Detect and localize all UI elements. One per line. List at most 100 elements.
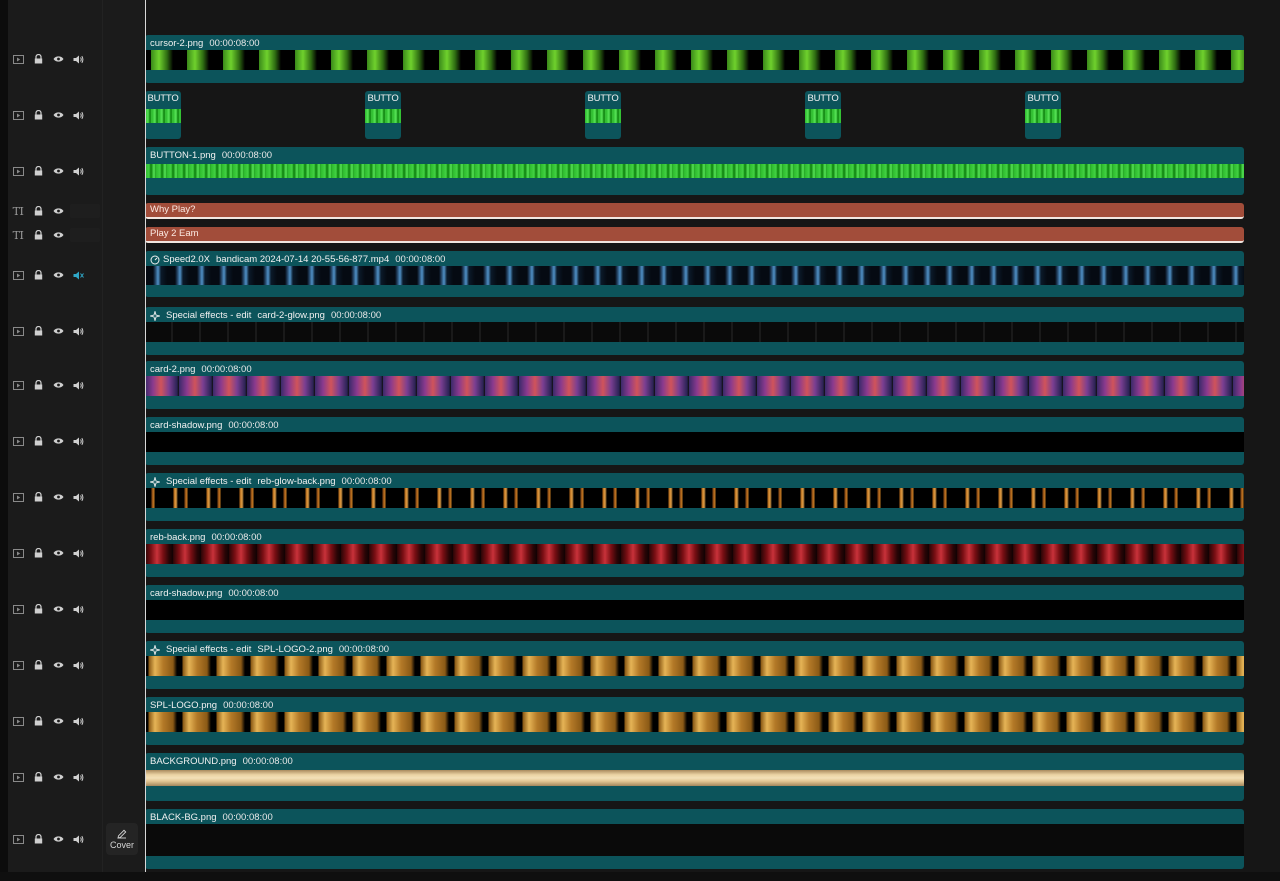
speed-badge: Speed2.0X bbox=[150, 254, 210, 266]
volume-icon[interactable] bbox=[68, 658, 88, 672]
clip-card-shadow[interactable]: card-shadow.png 00:00:08:00 bbox=[145, 417, 1244, 465]
clip-name: card-shadow.png bbox=[150, 588, 223, 599]
eye-icon[interactable] bbox=[48, 434, 68, 448]
track-controls-3 bbox=[8, 164, 103, 178]
cover-button[interactable]: Cover bbox=[106, 823, 138, 855]
eye-icon[interactable] bbox=[48, 52, 68, 66]
clip-duration: 00:00:08:00 bbox=[395, 254, 446, 265]
lock-icon[interactable] bbox=[28, 434, 48, 448]
lock-icon[interactable] bbox=[28, 378, 48, 392]
volume-icon[interactable] bbox=[68, 770, 88, 784]
eye-icon[interactable] bbox=[48, 378, 68, 392]
eye-icon[interactable] bbox=[48, 832, 68, 846]
eye-icon[interactable] bbox=[48, 204, 68, 218]
clip-thumbnail-strip bbox=[145, 109, 181, 123]
pencil-icon bbox=[117, 829, 127, 839]
video-track-icon bbox=[8, 164, 28, 178]
clip-card-2[interactable]: card-2.png 00:00:08:00 bbox=[145, 361, 1244, 409]
lock-icon[interactable] bbox=[28, 204, 48, 218]
clip-button-short-5[interactable]: BUTTO bbox=[1025, 91, 1061, 139]
volume-icon[interactable] bbox=[68, 164, 88, 178]
clip-card-shadow-2[interactable]: card-shadow.png 00:00:08:00 bbox=[145, 585, 1244, 633]
clip-name: BUTTON-1.png bbox=[150, 150, 216, 161]
clip-label: card-shadow.png 00:00:08:00 bbox=[150, 588, 279, 600]
volume-icon[interactable] bbox=[68, 546, 88, 560]
lock-icon[interactable] bbox=[28, 602, 48, 616]
eye-icon[interactable] bbox=[48, 324, 68, 338]
lock-icon[interactable] bbox=[28, 228, 48, 242]
clip-label: BLACK-BG.png 00:00:08:00 bbox=[150, 812, 273, 824]
eye-icon[interactable] bbox=[48, 164, 68, 178]
effects-icon bbox=[150, 645, 160, 655]
clip-thumbnail-strip bbox=[145, 50, 1244, 70]
eye-icon[interactable] bbox=[48, 268, 68, 282]
lock-icon[interactable] bbox=[28, 490, 48, 504]
mute-icon[interactable] bbox=[68, 268, 88, 282]
lock-icon[interactable] bbox=[28, 546, 48, 560]
volume-icon[interactable] bbox=[68, 602, 88, 616]
lock-icon[interactable] bbox=[28, 324, 48, 338]
clip-spl-logo[interactable]: SPL-LOGO.png 00:00:08:00 bbox=[145, 697, 1244, 745]
speed-label: Speed2.0X bbox=[163, 254, 211, 265]
clip-thumbnail-strip bbox=[805, 109, 841, 123]
clip-button-short-3[interactable]: BUTTO bbox=[585, 91, 621, 139]
clip-cursor-2[interactable]: cursor-2.png 00:00:08:00 bbox=[145, 35, 1244, 83]
lock-icon[interactable] bbox=[28, 658, 48, 672]
clip-name: SPL-LOGO-2.png bbox=[257, 644, 333, 655]
track-controls-15 bbox=[8, 770, 103, 784]
lock-icon[interactable] bbox=[28, 108, 48, 122]
clip-bandicam-video[interactable]: Speed2.0X bandicam 2024-07-14 20-55-56-8… bbox=[145, 251, 1244, 297]
clip-thumbnail-strip bbox=[145, 164, 1244, 178]
lock-icon[interactable] bbox=[28, 714, 48, 728]
clip-thumbnail-strip bbox=[145, 266, 1244, 285]
volume-icon[interactable] bbox=[68, 378, 88, 392]
bottom-scrollbar[interactable] bbox=[0, 872, 1280, 881]
clip-thumbnail-strip bbox=[145, 712, 1244, 732]
volume-icon[interactable] bbox=[68, 490, 88, 504]
clip-button-short-1[interactable]: BUTTO bbox=[145, 91, 181, 139]
clip-button-short-2[interactable]: BUTTO bbox=[365, 91, 401, 139]
volume-icon[interactable] bbox=[68, 832, 88, 846]
clip-button-1[interactable]: BUTTON-1.png 00:00:08:00 bbox=[145, 147, 1244, 195]
lock-icon[interactable] bbox=[28, 268, 48, 282]
volume-icon[interactable] bbox=[68, 324, 88, 338]
video-track-icon bbox=[8, 832, 28, 846]
eye-icon[interactable] bbox=[48, 108, 68, 122]
eye-icon[interactable] bbox=[48, 490, 68, 504]
video-track-icon bbox=[8, 658, 28, 672]
eye-icon[interactable] bbox=[48, 602, 68, 616]
clip-reb-back[interactable]: reb-back.png 00:00:08:00 bbox=[145, 529, 1244, 577]
track-controls-text-1: TI bbox=[8, 204, 103, 218]
text-track-icon: TI bbox=[12, 204, 24, 218]
eye-icon[interactable] bbox=[48, 658, 68, 672]
clip-name: BACKGROUND.png bbox=[150, 756, 237, 767]
eye-icon[interactable] bbox=[48, 714, 68, 728]
clip-name: BUTTO bbox=[147, 93, 179, 104]
lock-icon[interactable] bbox=[28, 832, 48, 846]
video-track-icon bbox=[8, 434, 28, 448]
text-clip-why-play[interactable]: Why Play? bbox=[145, 203, 1244, 219]
clip-card-2-glow[interactable]: Special effects - edit card-2-glow.png 0… bbox=[145, 307, 1244, 355]
eye-icon[interactable] bbox=[48, 228, 68, 242]
text-clip-play-2-earn[interactable]: Play 2 Eam bbox=[145, 227, 1244, 243]
volume-icon[interactable] bbox=[68, 108, 88, 122]
eye-icon[interactable] bbox=[48, 546, 68, 560]
clip-duration: 00:00:08:00 bbox=[223, 700, 274, 711]
volume-icon[interactable] bbox=[68, 714, 88, 728]
clip-spl-logo-2[interactable]: Special effects - edit SPL-LOGO-2.png 00… bbox=[145, 641, 1244, 689]
volume-icon[interactable] bbox=[68, 52, 88, 66]
clip-background[interactable]: BACKGROUND.png 00:00:08:00 bbox=[145, 753, 1244, 801]
clip-black-bg[interactable]: BLACK-BG.png 00:00:08:00 bbox=[145, 809, 1244, 869]
volume-icon[interactable] bbox=[68, 434, 88, 448]
lock-icon[interactable] bbox=[28, 52, 48, 66]
clip-thumbnail-strip bbox=[585, 109, 621, 123]
eye-icon[interactable] bbox=[48, 770, 68, 784]
clip-name: BUTTO bbox=[367, 93, 399, 104]
clip-button-short-4[interactable]: BUTTO bbox=[805, 91, 841, 139]
lock-icon[interactable] bbox=[28, 164, 48, 178]
clip-reb-glow-back[interactable]: Special effects - edit reb-glow-back.png… bbox=[145, 473, 1244, 521]
text-track-pad bbox=[70, 228, 100, 242]
lock-icon[interactable] bbox=[28, 770, 48, 784]
playhead[interactable] bbox=[145, 0, 146, 872]
effects-icon bbox=[150, 477, 160, 487]
